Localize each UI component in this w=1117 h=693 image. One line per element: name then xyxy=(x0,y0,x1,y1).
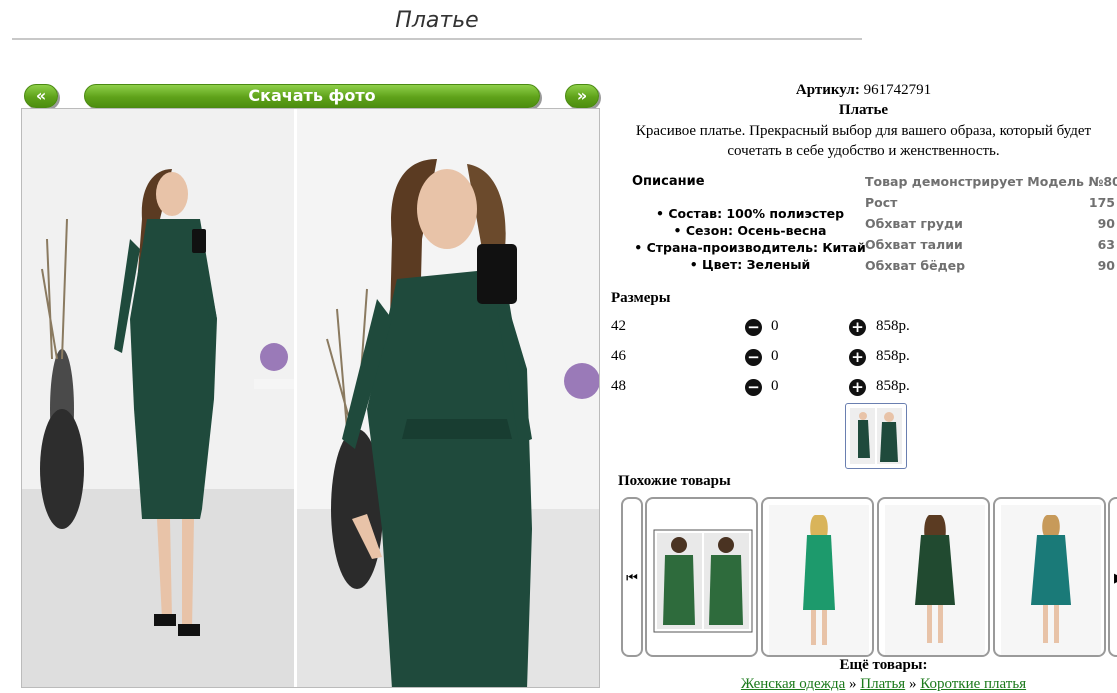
size-quantity: 0 xyxy=(771,318,779,334)
product-photo-right xyxy=(297,109,599,687)
plus-icon[interactable]: + xyxy=(849,319,866,336)
carousel-first-button[interactable]: ⏮ xyxy=(621,497,643,657)
similar-product-card[interactable] xyxy=(645,497,758,657)
product-photo xyxy=(21,108,600,688)
photo-thumbnail[interactable] xyxy=(845,403,907,469)
similar-product-image xyxy=(769,505,869,655)
download-photo-button[interactable]: Скачать фото xyxy=(84,84,540,108)
breadcrumb: Женская одежда » Платья » Короткие плать… xyxy=(610,676,1117,693)
thumbnail-image xyxy=(850,408,902,464)
description-heading: Описание xyxy=(632,174,705,189)
prev-photo-button[interactable]: « xyxy=(24,84,58,108)
measurement-value: 175 xyxy=(1088,195,1115,210)
measurement-label: Обхват бёдер xyxy=(865,258,966,273)
product-name: Платье xyxy=(838,102,889,118)
similar-product-card[interactable] xyxy=(993,497,1106,657)
measurement-value: 90 xyxy=(1097,216,1115,231)
model-closeup-illustration xyxy=(297,109,599,687)
page-title: Платье xyxy=(395,8,479,33)
property-item: Цвет: Зеленый xyxy=(630,256,870,273)
measurement-label: Рост xyxy=(865,195,898,210)
model-measurements: Товар демонстрирует Модель №80 Рост 175 … xyxy=(865,172,1117,277)
size-quantity: 0 xyxy=(771,378,779,394)
measurement-value: 90 xyxy=(1097,258,1115,273)
size-label: 42 xyxy=(611,318,626,334)
article-label: Артикул: xyxy=(795,82,860,98)
size-price: 858р. xyxy=(876,378,910,394)
similar-product-image xyxy=(653,529,753,633)
next-photo-button[interactable]: » xyxy=(565,84,599,108)
model-front-illustration xyxy=(22,109,294,687)
similar-product-card[interactable] xyxy=(761,497,874,657)
carousel-next-button[interactable]: ▶ xyxy=(1108,497,1117,657)
measurement-label: Обхват талии xyxy=(865,237,963,252)
property-item: Сезон: Осень-весна xyxy=(630,222,870,239)
measurement-row: Обхват груди 90 xyxy=(865,214,1117,235)
minus-icon[interactable]: − xyxy=(745,349,762,366)
article-line: Артикул: 961742791 xyxy=(610,80,1117,100)
plus-icon[interactable]: + xyxy=(849,349,866,366)
measurement-row: Товар демонстрирует Модель №80 xyxy=(865,172,1117,193)
measurement-label: Обхват груди xyxy=(865,216,963,231)
size-price: 858р. xyxy=(876,318,910,334)
similar-heading: Похожие товары xyxy=(618,473,731,489)
size-price: 858р. xyxy=(876,348,910,364)
property-item: Страна-производитель: Китай xyxy=(630,239,870,256)
product-properties: Состав: 100% полиэстер Сезон: Осень-весн… xyxy=(630,205,870,273)
similar-product-image xyxy=(1001,505,1101,655)
measurement-row: Рост 175 xyxy=(865,193,1117,214)
measurement-value: 63 xyxy=(1097,237,1115,252)
minus-icon[interactable]: − xyxy=(745,319,762,336)
size-row: 42 − 0 + 858р. xyxy=(611,318,931,348)
size-label: 48 xyxy=(611,378,626,394)
size-label: 46 xyxy=(611,348,626,364)
measurement-row: Обхват талии 63 xyxy=(865,235,1117,256)
similar-product-card[interactable] xyxy=(877,497,990,657)
property-item: Состав: 100% полиэстер xyxy=(630,205,870,222)
measurement-row: Обхват бёдер 90 xyxy=(865,256,1117,277)
similar-product-image xyxy=(885,505,985,655)
plus-icon[interactable]: + xyxy=(849,379,866,396)
skip-back-icon: ⏮ xyxy=(626,571,638,586)
size-quantity: 0 xyxy=(771,348,779,364)
product-description: Красивое платье. Прекрасный выбор для ва… xyxy=(635,123,1092,159)
sizes-heading: Размеры xyxy=(611,290,671,306)
measurement-label: Товар демонстрирует Модель №80 xyxy=(865,174,1117,189)
product-info: Артикул: 961742791 Платье Красивое плать… xyxy=(610,80,1117,161)
product-photo-left xyxy=(22,109,294,687)
minus-icon[interactable]: − xyxy=(745,379,762,396)
size-row: 46 − 0 + 858р. xyxy=(611,348,931,378)
more-products-heading: Ещё товары: xyxy=(839,657,928,673)
article-value: 961742791 xyxy=(863,82,932,98)
title-divider xyxy=(12,38,862,40)
